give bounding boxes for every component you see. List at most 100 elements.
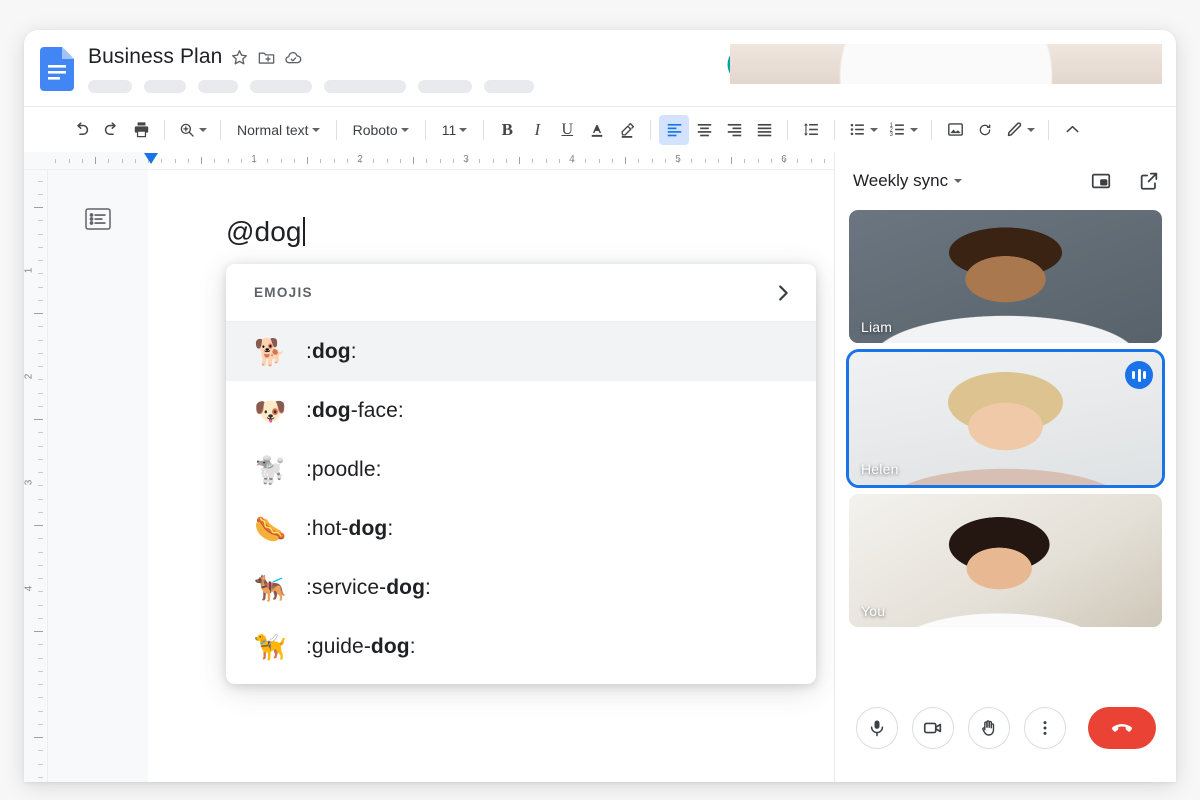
- zoom-icon: [180, 123, 194, 137]
- redo-button[interactable]: [96, 115, 126, 145]
- page-title[interactable]: Business Plan: [88, 45, 222, 69]
- divider: [335, 119, 337, 140]
- participant-tile[interactable]: You: [849, 494, 1162, 627]
- font-size-label: 11: [441, 121, 457, 138]
- chevron-down-icon[interactable]: [910, 127, 919, 132]
- google-docs-icon[interactable]: [40, 47, 74, 91]
- menu-placeholder[interactable]: [88, 80, 132, 93]
- autocomplete-section-header[interactable]: EMOJIS: [226, 264, 816, 322]
- menu-bar-placeholders[interactable]: [88, 80, 534, 93]
- document-outline-icon[interactable]: [85, 208, 111, 230]
- menu-placeholder[interactable]: [484, 80, 534, 93]
- more-options-button[interactable]: [1023, 707, 1066, 749]
- autocomplete-option[interactable]: 🐶:dog-face:: [226, 381, 816, 440]
- participant-tile[interactable]: Liam: [849, 210, 1162, 343]
- left-indent-marker[interactable]: [144, 153, 158, 164]
- ruler-number: 1: [251, 154, 257, 165]
- star-icon[interactable]: [230, 48, 249, 67]
- menu-placeholder[interactable]: [144, 80, 186, 93]
- align-left-button[interactable]: [659, 114, 690, 145]
- document-text[interactable]: @dog: [226, 216, 305, 248]
- autocomplete-option[interactable]: 🌭:hot-dog:: [226, 499, 816, 558]
- open-in-new-icon[interactable]: [1138, 170, 1160, 192]
- highlight-color-button[interactable]: [612, 115, 642, 145]
- menu-placeholder[interactable]: [324, 80, 406, 93]
- undo-button[interactable]: [66, 115, 96, 145]
- ruler-tick: [227, 159, 229, 163]
- chevron-down-icon[interactable]: [400, 127, 409, 132]
- ruler-tick: [38, 723, 43, 725]
- undo-icon: [76, 122, 88, 136]
- header-actions: Share: [729, 44, 1162, 84]
- chevron-down-icon[interactable]: [954, 179, 963, 183]
- autocomplete-option[interactable]: 🐕‍🦺:service-dog:: [226, 558, 816, 617]
- autocomplete-option-label: :dog:: [306, 339, 357, 363]
- microphone-button[interactable]: [855, 707, 898, 749]
- underline-button[interactable]: U: [552, 115, 582, 145]
- ruler-tick: [201, 157, 202, 164]
- camera-button[interactable]: [911, 707, 954, 749]
- emoji-glyph: 🦮: [254, 631, 287, 662]
- italic-button[interactable]: I: [522, 115, 552, 145]
- align-right-button[interactable]: [719, 115, 749, 145]
- autocomplete-option[interactable]: 🐕:dog:: [226, 322, 816, 381]
- ruler-tick: [34, 419, 43, 420]
- vertical-ruler[interactable]: 1 2 3 4: [24, 170, 48, 782]
- autocomplete-option-label: :guide-dog:: [306, 634, 416, 658]
- numbered-list-icon: 1 2 3: [890, 123, 905, 138]
- numbered-list-button[interactable]: 1 2 3: [883, 115, 923, 145]
- participant-tile[interactable]: Helen: [846, 349, 1165, 488]
- ruler-tick: [38, 286, 43, 288]
- menu-placeholder[interactable]: [418, 80, 472, 93]
- bold-button[interactable]: B: [492, 115, 522, 145]
- chevron-down-icon[interactable]: [311, 127, 320, 132]
- chevron-down-icon[interactable]: [199, 127, 207, 132]
- app-header: Business Plan: [24, 30, 1176, 106]
- underline-glyph: U: [561, 120, 574, 138]
- menu-placeholder[interactable]: [250, 80, 312, 93]
- align-justify-button[interactable]: [749, 115, 779, 145]
- align-center-icon: [697, 123, 712, 137]
- ruler-tick: [38, 472, 43, 473]
- font-size-select[interactable]: 11: [434, 115, 476, 145]
- clear-formatting-button[interactable]: [970, 115, 1000, 145]
- collapse-toolbar-button[interactable]: [1057, 115, 1087, 145]
- chevron-down-icon[interactable]: [459, 127, 468, 132]
- paragraph-style-select[interactable]: Normal text: [229, 115, 328, 145]
- hang-up-button[interactable]: [1087, 707, 1156, 749]
- move-to-folder-icon[interactable]: [257, 48, 276, 67]
- align-center-button[interactable]: [689, 115, 719, 145]
- insert-image-button[interactable]: [940, 115, 970, 145]
- cloud-saved-icon[interactable]: [284, 48, 303, 67]
- zoom-control[interactable]: [173, 115, 212, 145]
- formatting-toolbar: Normal text Roboto 11 B I U 1 2 3: [24, 106, 1176, 152]
- ruler-tick: [240, 159, 242, 163]
- ruler-number: 3: [24, 479, 35, 486]
- editing-mode-button[interactable]: [1000, 115, 1040, 145]
- camera-icon: [923, 722, 941, 734]
- autocomplete-option[interactable]: 🐩:poodle:: [226, 440, 816, 499]
- chevron-down-icon[interactable]: [870, 127, 879, 132]
- line-spacing-button[interactable]: [796, 115, 826, 145]
- divider: [483, 119, 485, 140]
- autocomplete-option[interactable]: 🦮 :guide-dog:: [226, 617, 816, 676]
- ruler-number: 5: [675, 154, 681, 165]
- font-family-select[interactable]: Roboto: [345, 115, 417, 145]
- menu-placeholder[interactable]: [198, 80, 238, 93]
- raise-hand-button[interactable]: [967, 707, 1010, 749]
- divider: [164, 119, 165, 140]
- picture-in-picture-icon[interactable]: [1090, 170, 1112, 192]
- ruler-tick: [38, 604, 43, 606]
- bulleted-list-button[interactable]: [843, 115, 883, 145]
- ruler-tick: [38, 445, 43, 447]
- meeting-title[interactable]: Weekly sync: [853, 171, 948, 191]
- align-left-icon: [667, 123, 682, 137]
- text-color-button[interactable]: [582, 115, 612, 145]
- account-avatar[interactable]: [729, 44, 1162, 84]
- ruler-tick: [38, 684, 43, 685]
- chevron-right-icon[interactable]: [772, 282, 794, 304]
- print-button[interactable]: [126, 115, 156, 145]
- chevron-down-icon[interactable]: [1027, 127, 1036, 132]
- ruler-tick: [38, 670, 43, 672]
- divider: [931, 119, 933, 140]
